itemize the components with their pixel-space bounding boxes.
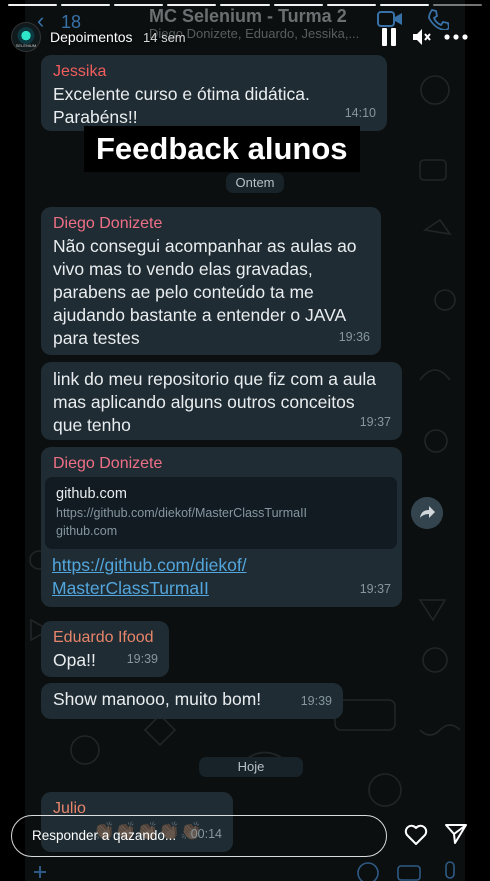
date-separator: Ontem	[226, 173, 284, 193]
progress-segment	[167, 4, 217, 6]
forward-icon[interactable]	[411, 497, 443, 529]
message-sender: Diego Donizete	[53, 215, 163, 232]
story-username[interactable]: Depoimentos	[50, 29, 133, 45]
story-overlay-title: Feedback alunos	[84, 126, 360, 172]
link-preview-card[interactable]: github.com https://github.com/diekof/Mas…	[45, 477, 397, 549]
reply-input[interactable]: Responder a qazando...	[11, 815, 387, 857]
message-sender: Jessika	[53, 63, 107, 80]
progress-segment	[432, 4, 482, 6]
mute-icon[interactable]	[410, 26, 432, 48]
message-time: 19:39	[126, 652, 158, 666]
message-time: 14:10	[344, 106, 376, 120]
message-time: 19:39	[300, 694, 332, 708]
message-text: Excelente curso e ótima didática. Parabé…	[53, 84, 310, 127]
message-text: link do meu repositorio que fiz com a au…	[53, 369, 376, 435]
message-sender: Diego Donizete	[53, 455, 163, 472]
message-time: 19:37	[359, 582, 391, 596]
message-bubble: Show manooo, muito bom! 19:39	[41, 683, 343, 719]
message-bubble: Eduardo Ifood Opa!! 19:39	[41, 621, 169, 677]
message-time: 19:36	[338, 330, 370, 344]
progress-segment	[114, 4, 164, 6]
progress-segment	[326, 4, 376, 6]
story-viewer: ‹ 18 MC Selenium - Turma 2 Diego Donizet…	[0, 0, 490, 881]
profile-avatar[interactable]: SELENIUM	[11, 22, 41, 52]
progress-segment	[273, 4, 323, 6]
link-preview-domain: github.com	[56, 524, 118, 538]
more-icon[interactable]	[444, 26, 468, 48]
link-preview-url: https://github.com/diekof/MasterClassTur…	[56, 506, 308, 520]
progress-segment	[379, 4, 429, 6]
heart-icon[interactable]	[403, 822, 429, 846]
story-progress-bar	[8, 4, 482, 7]
avatar-label: SELENIUM	[15, 43, 37, 48]
message-bubble: link do meu repositorio que fiz com a au…	[41, 362, 402, 440]
reply-placeholder: Responder a qazando...	[32, 828, 177, 843]
link-preview-title: github.com	[56, 486, 127, 502]
whatsapp-input-bar-faded	[34, 861, 455, 881]
message-bubble: Diego Donizete Não consegui acompanhar a…	[41, 207, 381, 355]
story-time-ago: 14 sem	[143, 30, 186, 45]
progress-segment	[61, 4, 111, 6]
progress-segment	[8, 4, 58, 6]
chat-title: MC Selenium - Turma 2	[149, 6, 347, 26]
message-text: Show manooo, muito bom!	[53, 689, 262, 709]
pause-icon[interactable]	[378, 26, 400, 48]
date-separator: Hoje	[199, 757, 303, 777]
message-sender: Eduardo Ifood	[53, 629, 154, 646]
message-time: 19:37	[359, 415, 391, 429]
message-text: Não consegui acompanhar as aulas ao vivo…	[53, 236, 357, 348]
repository-link[interactable]: https://github.com/diekof/ MasterClassTu…	[52, 554, 247, 600]
send-icon[interactable]	[444, 822, 468, 846]
progress-segment	[220, 4, 270, 6]
message-bubble: Jessika Excelente curso e ótima didática…	[41, 55, 387, 131]
